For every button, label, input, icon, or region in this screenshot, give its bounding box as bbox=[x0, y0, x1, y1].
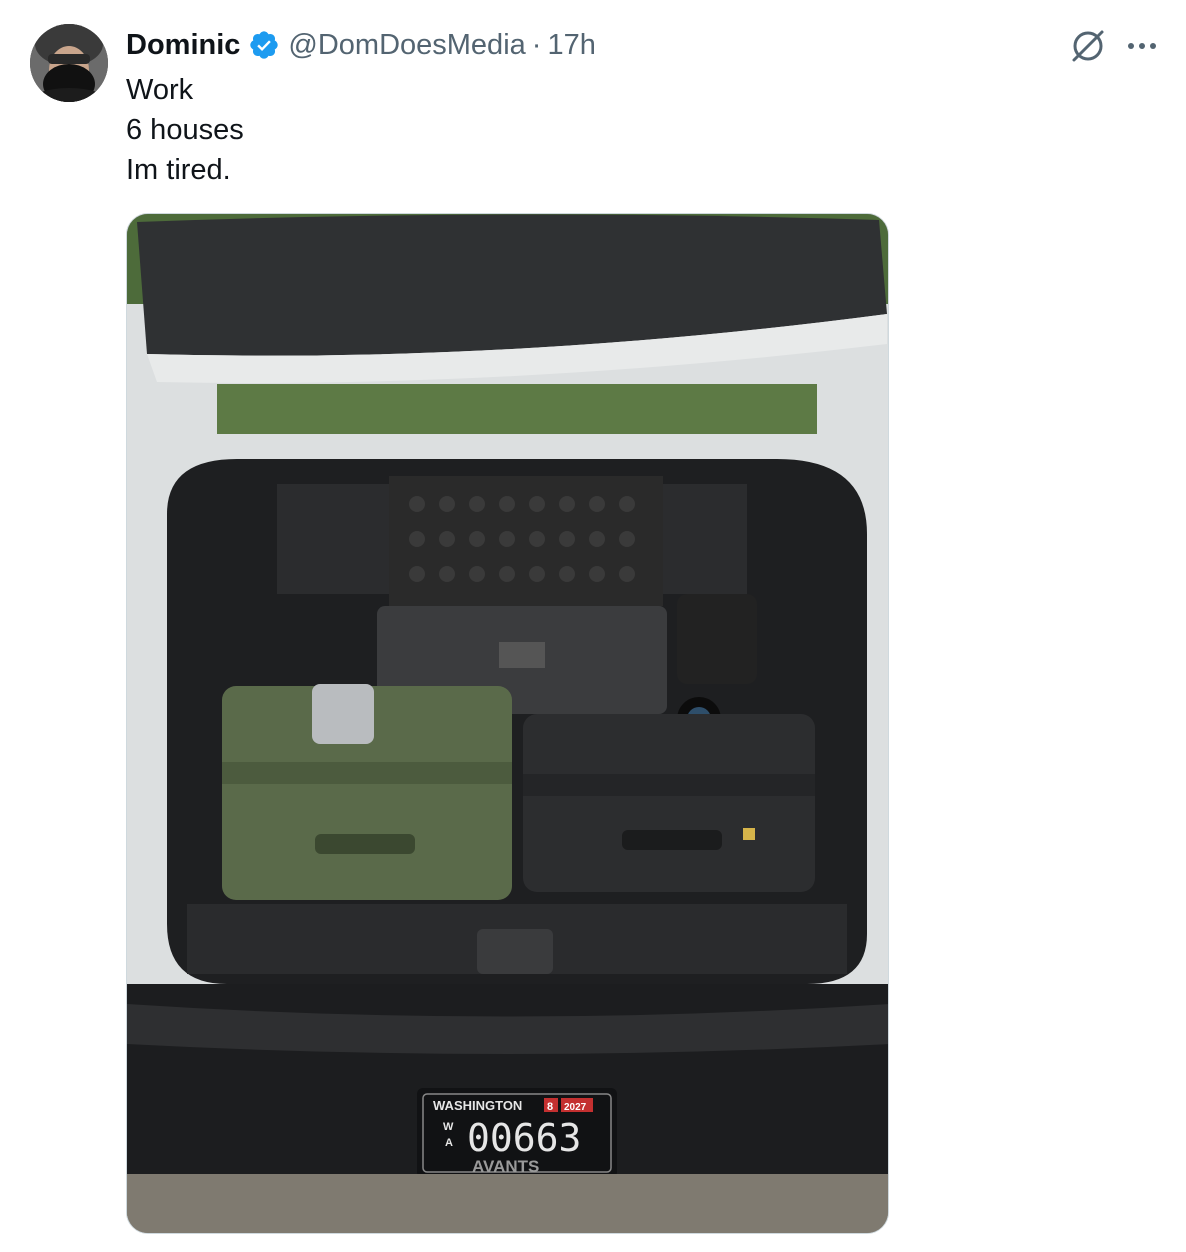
license-plate: WASHINGTON 8 2027 W A 00663 AVANTS bbox=[417, 1088, 617, 1178]
timestamp[interactable]: 17h bbox=[547, 29, 595, 62]
more-button[interactable] bbox=[1122, 26, 1162, 66]
separator-dot: · bbox=[531, 28, 542, 61]
tweet-text: Work 6 houses Im tired. bbox=[126, 70, 886, 190]
plate-prefix-top: W bbox=[443, 1121, 454, 1133]
plate-frame: AVANTS bbox=[472, 1157, 539, 1176]
tweet-photo[interactable]: WASHINGTON 8 2027 W A 00663 AVANTS bbox=[126, 213, 889, 1234]
plate-number: 00663 bbox=[467, 1116, 581, 1160]
author-name[interactable]: Dominic bbox=[126, 29, 240, 62]
more-icon bbox=[1128, 43, 1156, 49]
author-handle[interactable]: @DomDoesMedia bbox=[288, 29, 525, 62]
plate-year: 2027 bbox=[564, 1102, 587, 1113]
plate-prefix-bottom: A bbox=[445, 1137, 453, 1149]
avatar[interactable] bbox=[30, 24, 108, 102]
plate-state: WASHINGTON bbox=[433, 1098, 522, 1113]
grok-button[interactable] bbox=[1068, 26, 1108, 66]
tweet: Dominic @DomDoesMedia · 17h Work 6 house… bbox=[0, 0, 1186, 1252]
tweet-text-line: 6 houses bbox=[126, 114, 244, 146]
grok-icon bbox=[1072, 30, 1104, 62]
tweet-text-line: Work bbox=[126, 74, 194, 106]
tweet-text-line: Im tired. bbox=[126, 154, 231, 186]
plate-month: 8 bbox=[547, 1101, 553, 1113]
tweet-header: Dominic @DomDoesMedia · 17h bbox=[126, 26, 596, 64]
verified-badge-icon bbox=[248, 29, 280, 61]
